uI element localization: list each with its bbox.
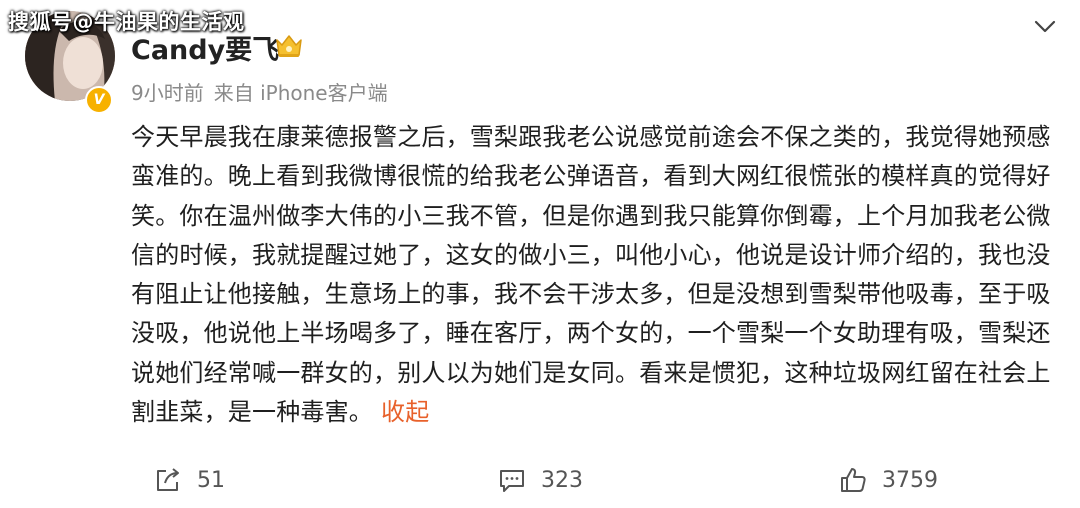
comment-button[interactable]: 323 [497,460,583,500]
post-text: 今天早晨我在康莱德报警之后，雪梨跟我老公说感觉前途会不保之类的，我觉得她预感蛮准… [131,123,1051,427]
chevron-down-icon[interactable] [1032,17,1058,37]
share-count: 51 [197,467,225,493]
share-button[interactable]: 51 [153,460,225,500]
comment-icon [500,470,524,492]
thumbs-up-icon [841,468,866,492]
action-bar: 51 323 3759 [0,460,1080,500]
collapse-link[interactable]: 收起 [381,398,429,426]
like-count: 3759 [882,467,938,493]
comment-count: 323 [541,467,583,493]
post-meta: 9小时前 来自 iPhone客户端 [131,77,388,106]
crown-badge-icon[interactable] [274,33,304,63]
verified-badge: V [85,86,113,114]
post-content: 今天早晨我在康莱德报警之后，雪梨跟我老公说感觉前途会不保之类的，我觉得她预感蛮准… [131,118,1061,432]
share-icon [157,468,179,491]
post-source: 来自 iPhone客户端 [213,81,388,105]
watermark: 搜狐号@牛油果的生活观 [8,10,245,34]
like-button[interactable]: 3759 [838,460,938,500]
post-time: 9小时前 [131,81,204,105]
